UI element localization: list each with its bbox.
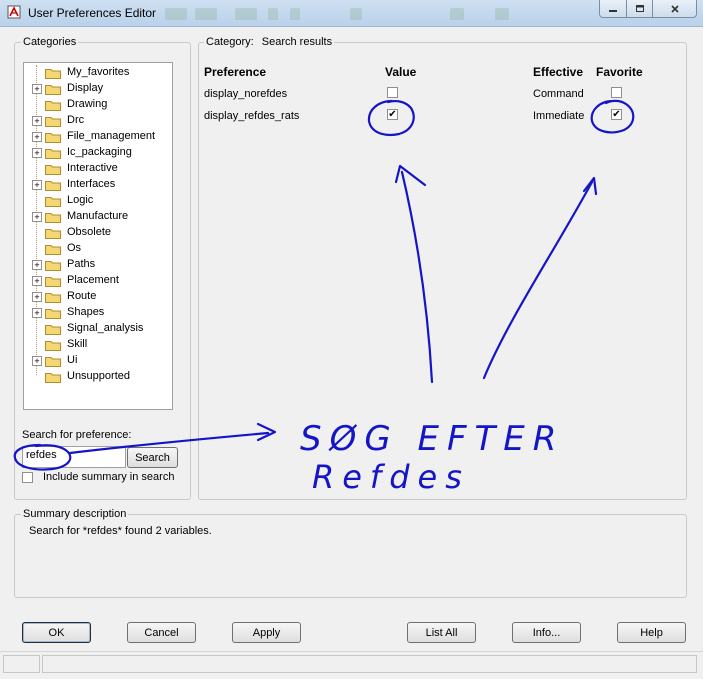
- annotation-text-line1: SØG EFTER: [300, 419, 564, 459]
- annotation-arrow-favorite: [482, 180, 594, 380]
- annotation-circle-favorite: [590, 99, 635, 134]
- hand-annotation-overlay: SØG EFTER Refdes: [13, 99, 635, 496]
- annotation-circle-search: [13, 443, 72, 471]
- annotation-text-line2: Refdes: [312, 458, 470, 496]
- annotation-arrow-search: [68, 431, 270, 455]
- annotation-circle-value: [367, 99, 415, 137]
- annotation-arrow-value: [400, 170, 434, 384]
